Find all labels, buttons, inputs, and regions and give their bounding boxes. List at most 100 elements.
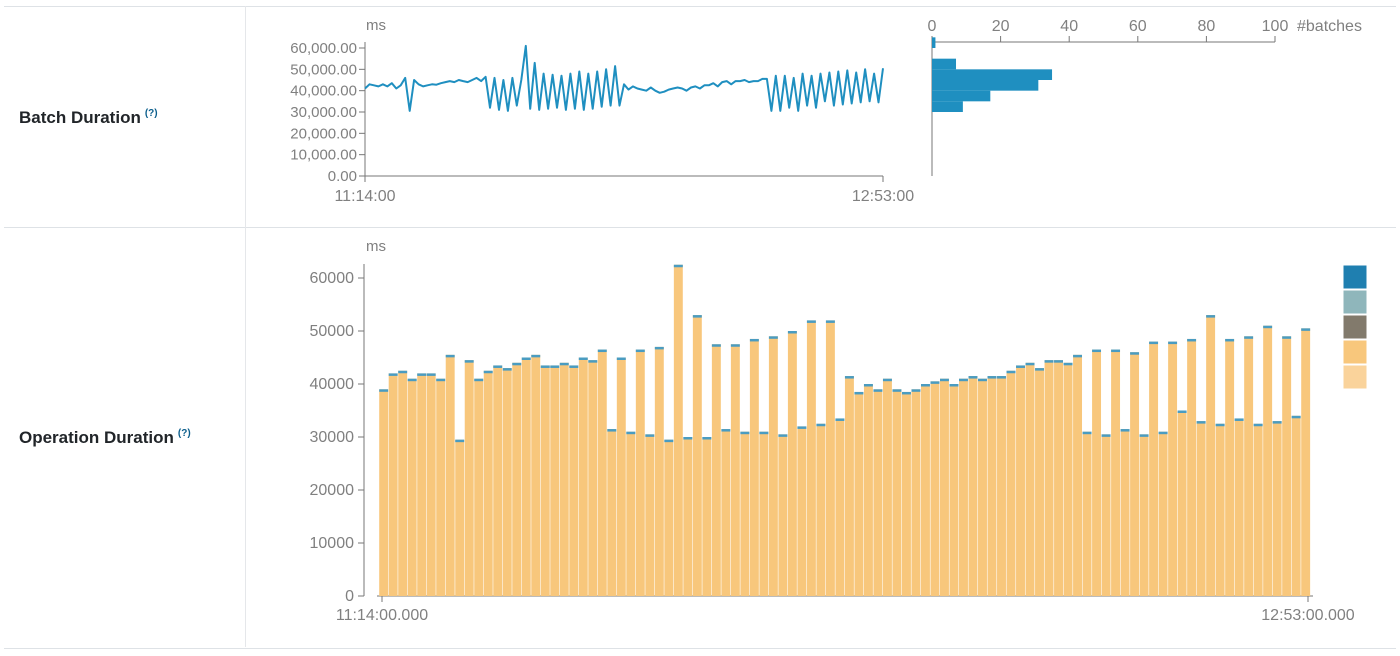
- operation-bar: [806, 320, 816, 596]
- operation-bar-cap: [806, 320, 816, 323]
- hist-x-tick-label: 20: [992, 18, 1010, 35]
- operation-bar: [445, 354, 455, 596]
- operation-bar: [1111, 349, 1121, 596]
- operation-bar: [692, 315, 702, 596]
- operation-bar-cap: [702, 437, 712, 440]
- bar-y-tick-label: 50000: [310, 323, 355, 340]
- operation-bar: [588, 360, 598, 596]
- bar-y-tick-label: 40000: [310, 376, 355, 393]
- operation-bar-cap: [1063, 362, 1073, 366]
- operation-bar: [1301, 328, 1311, 596]
- operation-bar-cap: [1073, 354, 1083, 358]
- operation-bar: [388, 373, 398, 596]
- operation-bar: [740, 431, 750, 596]
- operation-bar-cap: [797, 426, 807, 429]
- operation-bar-cap: [512, 362, 522, 366]
- operation-bar-cap: [978, 378, 987, 382]
- operation-bar: [930, 381, 940, 596]
- operation-bar: [616, 357, 626, 596]
- operation-bar: [1225, 338, 1235, 596]
- operation-bar-cap: [911, 389, 921, 392]
- operation-bar: [1025, 362, 1035, 596]
- operation-bar: [512, 362, 522, 596]
- bar-y-tick-label: 60000: [310, 270, 355, 287]
- operation-bar: [778, 434, 788, 596]
- operation-bar-cap: [835, 418, 845, 421]
- line-ylabel: ms: [366, 17, 386, 34]
- operation-bar-cap: [825, 320, 835, 323]
- operation-bar: [654, 346, 664, 596]
- operation-bar-cap: [1168, 341, 1178, 345]
- operation-bar: [759, 431, 769, 596]
- line-y-tick-label: 50,000.00: [290, 61, 357, 78]
- operation-bar: [882, 378, 892, 596]
- operation-bar: [1244, 336, 1254, 596]
- line-y-tick-label: 10,000.00: [290, 147, 357, 164]
- operation-bar-cap: [1282, 336, 1292, 339]
- operation-bar-cap: [787, 331, 797, 334]
- operation-bar: [997, 376, 1006, 596]
- operation-bar-cap: [816, 423, 826, 427]
- operation-bar-cap: [759, 431, 769, 435]
- hist-x-tick-label: 0: [928, 18, 937, 35]
- legend-swatch: [1342, 339, 1368, 365]
- operation-bar: [702, 437, 712, 596]
- operation-bar: [683, 437, 693, 596]
- operation-bar-cap: [464, 360, 474, 363]
- operation-bar-cap: [569, 365, 579, 368]
- bar-y-tick-label: 30000: [310, 429, 355, 446]
- operation-bar-cap: [521, 357, 531, 360]
- operation-bar-cap: [1035, 368, 1044, 371]
- streaming-statistics-page: Batch Duration (?) Operation Duration (?) …: [0, 0, 1400, 656]
- operation-bar-cap: [930, 381, 940, 384]
- operation-bar: [920, 384, 930, 596]
- operation-bar: [1006, 370, 1016, 596]
- line-y-tick-label: 30,000.00: [290, 104, 357, 121]
- operation-bar-cap: [474, 378, 484, 382]
- histogram-bar: [932, 58, 957, 70]
- operation-bar-cap: [626, 431, 636, 435]
- operation-bar-cap: [711, 344, 721, 347]
- operation-bar-cap: [635, 349, 645, 353]
- operation-bar: [1263, 325, 1273, 596]
- operation-bar-cap: [740, 431, 750, 435]
- operation-bar-cap: [483, 370, 493, 374]
- operation-bar: [569, 365, 579, 596]
- operation-bar-cap: [436, 378, 446, 382]
- operation-bar-cap: [550, 365, 560, 368]
- operation-bar: [635, 349, 645, 596]
- operation-bar: [711, 344, 721, 596]
- operation-bar: [398, 370, 408, 596]
- operation-bar-cap: [388, 373, 398, 376]
- operation-bar: [1282, 336, 1292, 596]
- operation-bar-cap: [1244, 336, 1254, 339]
- operation-bar-cap: [1291, 415, 1301, 419]
- operation-bar: [787, 331, 797, 596]
- operation-bar-cap: [455, 439, 465, 443]
- operation-bar: [892, 389, 902, 596]
- operation-bar: [464, 360, 474, 596]
- operation-bar-cap: [1054, 360, 1063, 363]
- operation-bar-cap: [1130, 352, 1140, 355]
- operation-bar-cap: [654, 346, 664, 350]
- operation-bar: [379, 389, 389, 596]
- operation-bar: [987, 376, 997, 596]
- operation-bar: [502, 368, 512, 596]
- operation-bar-cap: [778, 434, 788, 437]
- operation-bar: [559, 362, 569, 596]
- operation-bar: [1177, 410, 1187, 596]
- operation-bar: [978, 378, 987, 596]
- histogram-bar: [932, 37, 936, 48]
- operation-bar-cap: [578, 357, 588, 360]
- operation-bar: [968, 376, 978, 596]
- operation-bar-cap: [1092, 349, 1102, 353]
- operation-bar-cap: [379, 389, 389, 392]
- operation-bar: [940, 378, 949, 596]
- line-x-tick-label: 11:14:00: [334, 188, 395, 205]
- bar-y-tick-label: 20000: [310, 482, 355, 499]
- operation-bar: [1063, 362, 1073, 596]
- histogram-bar: [932, 90, 991, 102]
- hist-xlabel: #batches: [1297, 18, 1362, 35]
- hist-x-tick-label: 60: [1129, 18, 1147, 35]
- operation-bar-cap: [873, 389, 883, 392]
